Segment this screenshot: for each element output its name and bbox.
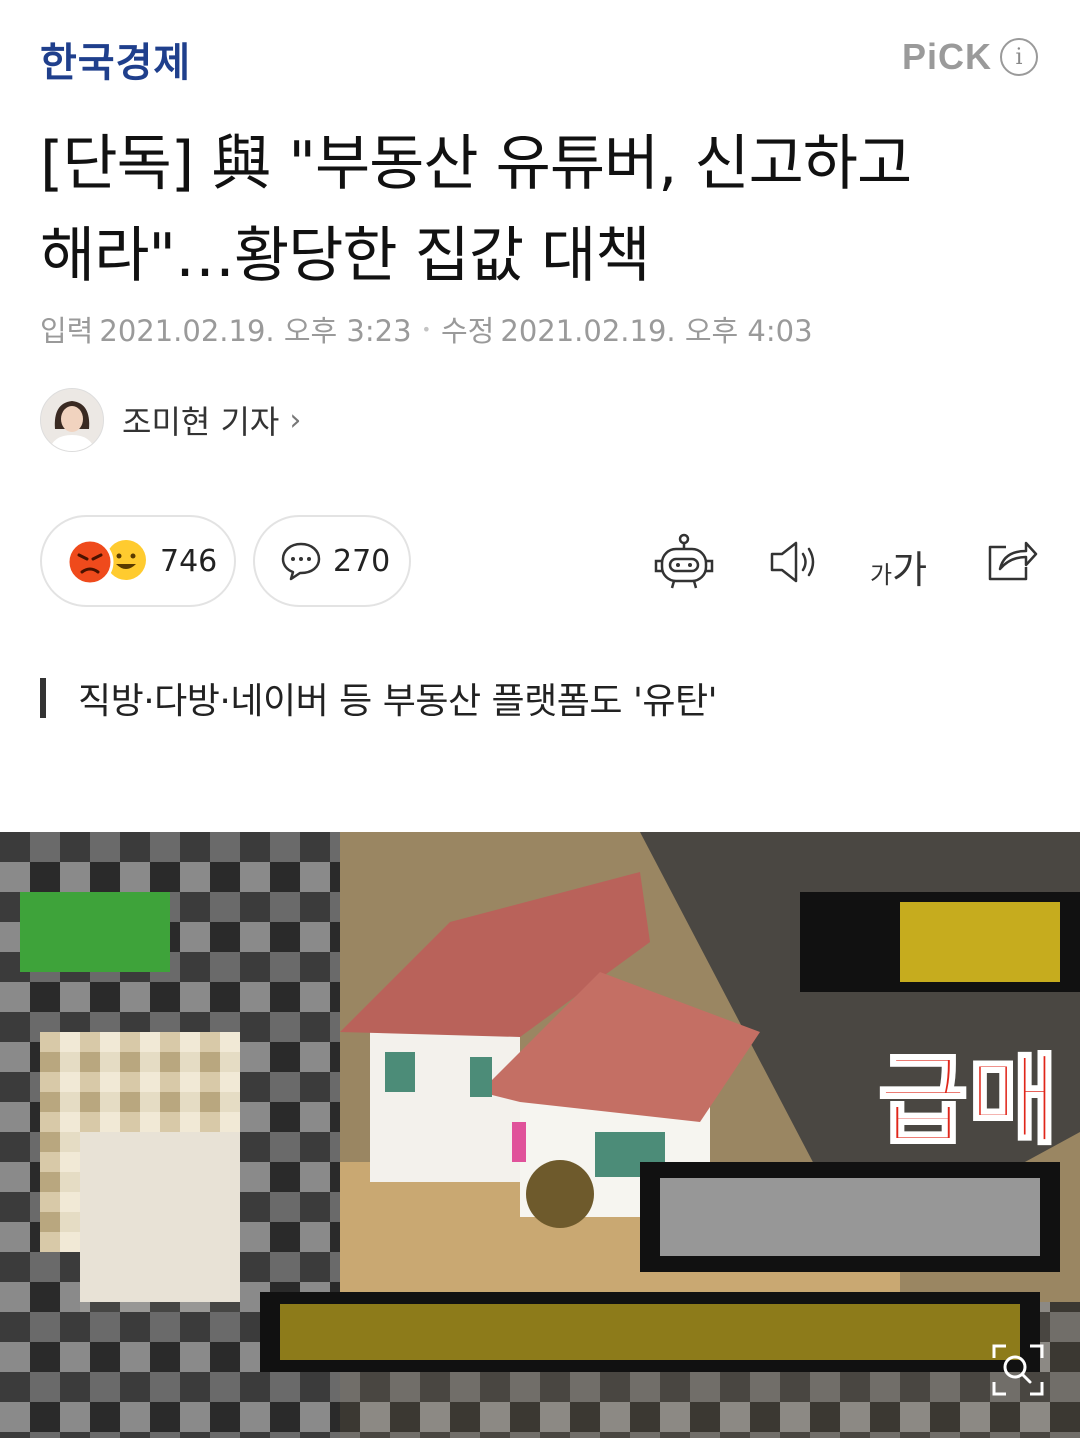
subhead-text: 직방·다방·네이버 등 부동산 플랫폼도 '유탄'	[78, 681, 718, 722]
comment-count: 270	[333, 543, 391, 579]
modified-label: 수정	[441, 314, 495, 348]
input-label: 입력	[40, 314, 94, 348]
comment-bubble-icon	[281, 542, 321, 581]
input-date: 2021.02.19. 오후 3:23	[99, 314, 412, 348]
article-subhead: 직방·다방·네이버 등 부동산 플랫폼도 '유탄'	[40, 672, 718, 724]
font-size-button[interactable]: 가가	[870, 539, 927, 594]
reporter-avatar	[40, 388, 104, 452]
pick-label: PiCK	[901, 36, 992, 77]
article-title: [단독] 與 "부동산 유튜버, 신고하고 해라"…황당한 집값 대책	[40, 118, 1040, 302]
reaction-emojis	[66, 536, 150, 586]
press-logo[interactable]: 한국경제	[40, 30, 191, 88]
zoom-button[interactable]	[992, 1344, 1044, 1400]
font-size-small-label: 가	[870, 561, 893, 589]
title-line-2: 해라"…황당한 집값 대책	[40, 221, 651, 291]
font-size-large-label: 가	[892, 548, 928, 592]
title-line-1: [단독] 與 "부동산 유튜버, 신고하고	[40, 129, 912, 199]
info-icon[interactable]: i	[1000, 38, 1038, 76]
listen-button[interactable]	[766, 537, 822, 591]
chevron-right-icon: ›	[289, 402, 302, 438]
photo-sale-text: 급매	[878, 1044, 1058, 1158]
article-photo[interactable]: 급매	[0, 832, 1080, 1438]
reporter-name: 조미현 기자	[122, 403, 280, 441]
reaction-count: 746	[160, 543, 218, 579]
top-bar: 한국경제 PiCK i	[0, 0, 1080, 100]
date-separator: •	[421, 319, 431, 339]
reaction-button[interactable]: 746	[40, 515, 236, 607]
share-icon	[988, 541, 1038, 581]
speaker-icon	[770, 541, 815, 583]
robot-summary-icon	[654, 533, 714, 589]
angry-emoji-icon	[66, 538, 114, 586]
subhead-bar	[40, 678, 46, 718]
summary-bot-button[interactable]	[652, 533, 716, 595]
comment-button[interactable]: 270	[253, 515, 411, 607]
article-dates: 입력 2021.02.19. 오후 3:23 • 수정 2021.02.19. …	[40, 308, 813, 350]
reporter-link[interactable]: 조미현 기자 ›	[40, 388, 301, 452]
action-bar: 746 270 가가	[40, 515, 1040, 607]
modified-date: 2021.02.19. 오후 4:03	[500, 314, 813, 348]
share-button[interactable]	[984, 535, 1038, 589]
pick-badge[interactable]: PiCK i	[902, 36, 1038, 78]
zoom-icon	[992, 1344, 1044, 1396]
